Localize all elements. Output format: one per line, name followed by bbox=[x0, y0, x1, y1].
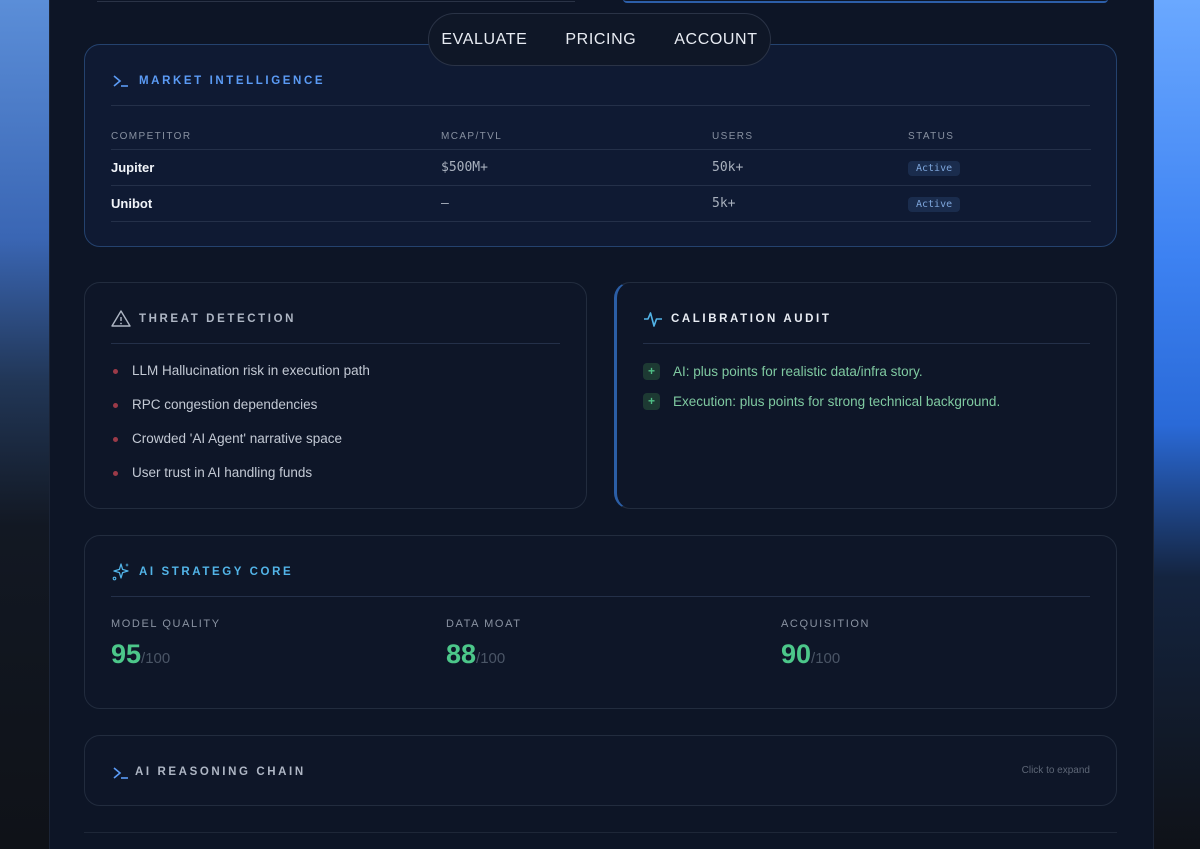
nav-evaluate[interactable]: EVALUATE bbox=[441, 31, 527, 49]
list-item: Crowded 'AI Agent' narrative space bbox=[111, 431, 560, 465]
competitor-name: Jupiter bbox=[111, 149, 441, 186]
metric-value: 95 bbox=[111, 639, 142, 669]
threat-header: THREAT DETECTION bbox=[111, 309, 560, 344]
metric-model-quality: MODEL QUALITY 95/100 bbox=[111, 618, 411, 670]
market-header: MARKET INTELLIGENCE bbox=[111, 71, 1090, 106]
competitor-mcap: — bbox=[441, 185, 712, 222]
col-mcap: MCAP/TVL bbox=[441, 123, 712, 150]
list-item: LLM Hallucination risk in execution path bbox=[111, 363, 560, 397]
left-backdrop bbox=[0, 0, 49, 849]
competitor-name: Unibot bbox=[111, 185, 441, 222]
market-title: MARKET INTELLIGENCE bbox=[139, 75, 326, 87]
ai-strategy-card: AI STRATEGY CORE MODEL QUALITY 95/100 DA… bbox=[84, 535, 1117, 709]
terminal-icon bbox=[113, 75, 128, 87]
metric-max: /100 bbox=[141, 650, 171, 667]
bullet-dot bbox=[113, 369, 118, 374]
expand-hint[interactable]: Click to expand bbox=[1022, 765, 1090, 776]
market-intelligence-card: MARKET INTELLIGENCE COMPETITOR MCAP/TVL … bbox=[84, 44, 1117, 247]
threat-list: LLM Hallucination risk in execution path… bbox=[111, 363, 560, 499]
competitor-table: COMPETITOR MCAP/TVL USERS STATUS Jupiter… bbox=[111, 123, 1091, 222]
table-row: Jupiter $500M+ 50k+ Active bbox=[111, 149, 1091, 186]
competitor-users: 50k+ bbox=[712, 149, 908, 186]
table-row: Unibot — 5k+ Active bbox=[111, 185, 1091, 222]
strategy-header: AI STRATEGY CORE bbox=[111, 562, 1090, 597]
sparkles-icon bbox=[112, 563, 129, 581]
metric-max: /100 bbox=[476, 650, 506, 667]
nav-account[interactable]: ACCOUNT bbox=[674, 31, 757, 49]
metric-acquisition: ACQUISITION 90/100 bbox=[781, 618, 1081, 670]
metric-label: ACQUISITION bbox=[781, 618, 871, 630]
warning-icon bbox=[111, 310, 131, 327]
right-backdrop bbox=[1152, 0, 1200, 849]
bullet-dot bbox=[113, 403, 118, 408]
metric-value: 88 bbox=[446, 639, 477, 669]
threat-title: THREAT DETECTION bbox=[139, 313, 297, 325]
strategy-metrics: MODEL QUALITY 95/100 DATA MOAT 88/100 AC… bbox=[111, 618, 1090, 678]
col-status: STATUS bbox=[908, 123, 1091, 150]
top-left-field-edge bbox=[97, 0, 575, 2]
threat-text: RPC congestion dependencies bbox=[132, 397, 318, 412]
list-item: + AI: plus points for realistic data/inf… bbox=[643, 363, 1090, 393]
nav-pricing[interactable]: PRICING bbox=[565, 31, 636, 49]
bullet-dot bbox=[113, 437, 118, 442]
calibration-text: AI: plus points for realistic data/infra… bbox=[673, 364, 923, 379]
list-item: + Execution: plus points for strong tech… bbox=[643, 393, 1090, 423]
threat-text: User trust in AI handling funds bbox=[132, 465, 313, 480]
calibration-title: CALIBRATION AUDIT bbox=[671, 313, 832, 325]
ai-reasoning-card[interactable]: AI REASONING CHAIN Click to expand bbox=[84, 735, 1117, 806]
status-badge: Active bbox=[908, 161, 961, 176]
col-competitor: COMPETITOR bbox=[111, 123, 441, 150]
threat-text: Crowded 'AI Agent' narrative space bbox=[132, 431, 343, 446]
competitor-mcap: $500M+ bbox=[441, 149, 712, 186]
bullet-dot bbox=[113, 471, 118, 476]
calibration-text: Execution: plus points for strong techni… bbox=[673, 394, 1001, 409]
threat-detection-card: THREAT DETECTION LLM Hallucination risk … bbox=[84, 282, 587, 509]
metric-data-moat: DATA MOAT 88/100 bbox=[446, 618, 746, 670]
top-nav: EVALUATE PRICING ACCOUNT bbox=[428, 13, 771, 66]
plus-icon: + bbox=[643, 363, 660, 380]
calibration-list: + AI: plus points for realistic data/inf… bbox=[643, 363, 1090, 423]
top-right-field-edge bbox=[623, 0, 1108, 3]
reasoning-title: AI REASONING CHAIN bbox=[135, 766, 306, 778]
list-item: User trust in AI handling funds bbox=[111, 465, 560, 499]
calibration-audit-card: CALIBRATION AUDIT + AI: plus points for … bbox=[614, 282, 1117, 509]
divider bbox=[84, 832, 1117, 833]
pulse-icon bbox=[644, 312, 662, 327]
metric-max: /100 bbox=[811, 650, 841, 667]
threat-text: LLM Hallucination risk in execution path bbox=[132, 363, 370, 378]
list-item: RPC congestion dependencies bbox=[111, 397, 560, 431]
competitor-users: 5k+ bbox=[712, 185, 908, 222]
metric-label: MODEL QUALITY bbox=[111, 618, 221, 630]
reasoning-header: AI REASONING CHAIN bbox=[111, 762, 1090, 796]
status-badge: Active bbox=[908, 197, 961, 212]
metric-value: 90 bbox=[781, 639, 812, 669]
strategy-title: AI STRATEGY CORE bbox=[139, 566, 294, 578]
calibration-header: CALIBRATION AUDIT bbox=[643, 309, 1090, 344]
col-users: USERS bbox=[712, 123, 908, 150]
metric-label: DATA MOAT bbox=[446, 618, 522, 630]
terminal-icon bbox=[113, 767, 128, 779]
plus-icon: + bbox=[643, 393, 660, 410]
